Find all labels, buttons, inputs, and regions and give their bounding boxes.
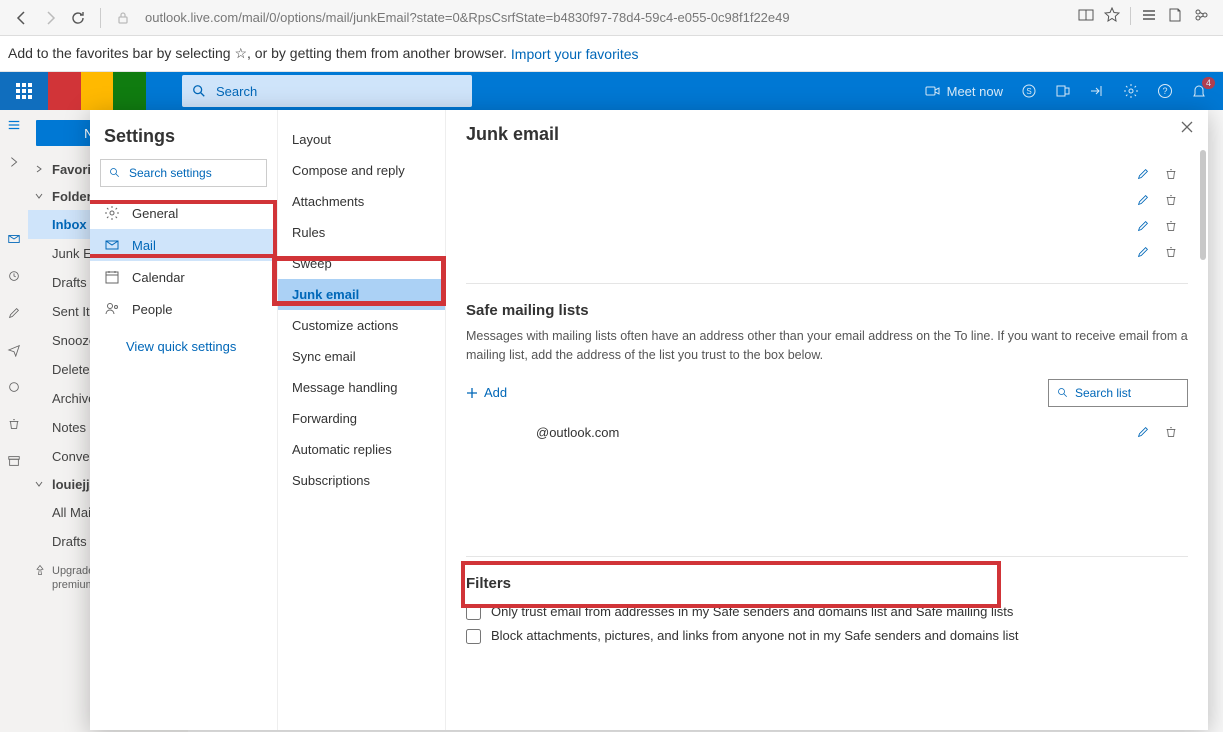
skype-icon[interactable]: S [1021,83,1037,99]
delete-icon[interactable] [1164,167,1178,181]
add-safe-list-button[interactable]: Add [466,385,507,400]
trash-icon[interactable] [7,417,21,436]
delete-icon[interactable] [1164,219,1178,233]
blocked-row [466,187,1188,213]
view-quick-settings-link[interactable]: View quick settings [90,325,277,354]
sub-sweep[interactable]: Sweep [278,248,445,279]
settings-cat-calendar[interactable]: Calendar [90,261,277,293]
notes-icon[interactable] [1167,7,1183,28]
plus-icon [466,387,478,399]
refresh-button[interactable] [64,4,92,32]
blocked-row [466,213,1188,239]
reading-view-icon[interactable] [1078,7,1094,28]
inbox-rail-icon[interactable] [7,232,21,251]
forward-button[interactable] [36,4,64,32]
settings-panel: Settings Search settings General Mail Ca… [90,110,1208,730]
search-icon [109,167,121,179]
filter-only-trust[interactable]: Only trust email from addresses in my Sa… [466,600,1188,624]
sub-junk-email[interactable]: Junk email [278,279,445,310]
search-icon [1057,387,1069,399]
safe-list-entry: @outlook.com [466,419,1188,446]
sub-sync[interactable]: Sync email [278,341,445,372]
share-icon[interactable] [1193,7,1209,28]
safe-lists-desc: Messages with mailing lists often have a… [466,327,1188,365]
edit-icon[interactable] [1136,167,1150,181]
sub-compose[interactable]: Compose and reply [278,155,445,186]
blocked-row [466,161,1188,187]
scrollbar-thumb[interactable] [1200,150,1206,260]
sub-attachments[interactable]: Attachments [278,186,445,217]
delete-icon[interactable] [1164,245,1178,259]
settings-search-input[interactable]: Search settings [100,159,267,187]
filter-only-trust-checkbox[interactable] [466,605,481,620]
notifications-icon[interactable]: 4 [1191,83,1207,99]
delete-icon[interactable] [1164,193,1178,207]
send-icon[interactable] [7,343,21,362]
edit-icon[interactable] [1136,425,1150,439]
app-launcher-button[interactable] [0,72,48,110]
delete-icon[interactable] [1164,425,1178,439]
chevron-right-icon[interactable] [7,155,21,174]
settings-cat-mail[interactable]: Mail [90,229,277,261]
menu-toggle-icon[interactable] [7,118,21,137]
filter-block-attachments[interactable]: Block attachments, pictures, and links f… [466,624,1188,648]
back-button[interactable] [8,4,36,32]
safe-lists-title: Safe mailing lists [466,302,1188,319]
hub-icon[interactable] [1141,7,1157,28]
calendar-icon [104,269,120,285]
outbox-icon[interactable] [1089,83,1105,99]
edit-icon[interactable] [1136,193,1150,207]
close-button[interactable] [1180,120,1194,139]
filters-title: Filters [466,575,1188,592]
search-icon [192,84,206,98]
notification-badge: 4 [1202,77,1215,89]
sub-rules[interactable]: Rules [278,217,445,248]
filter-block-attachments-checkbox[interactable] [466,629,481,644]
lock-icon [109,4,137,32]
meet-now-button[interactable]: Meet now [925,83,1003,99]
clock2-icon[interactable] [7,380,21,399]
settings-cat-general[interactable]: General [90,197,277,229]
archive-icon[interactable] [7,454,21,473]
teams-icon[interactable] [1055,83,1071,99]
outlook-header: Search Meet now S ? 4 [0,72,1223,110]
sub-layout[interactable]: Layout [278,124,445,155]
address-bar[interactable]: outlook.live.com/mail/0/options/mail/jun… [137,10,1078,25]
mail-icon [104,237,120,253]
edit-icon[interactable] [1136,219,1150,233]
settings-cat-people[interactable]: People [90,293,277,325]
edit-icon[interactable] [1136,245,1150,259]
pencil-icon[interactable] [7,306,21,325]
people-icon [104,301,120,317]
blocked-row [466,239,1188,265]
sub-auto-replies[interactable]: Automatic replies [278,434,445,465]
search-list-input[interactable]: Search list [1048,379,1188,407]
page-title: Junk email [466,124,1188,145]
sub-message-handling[interactable]: Message handling [278,372,445,403]
sub-subscriptions[interactable]: Subscriptions [278,465,445,496]
sub-forwarding[interactable]: Forwarding [278,403,445,434]
svg-text:S: S [1026,87,1031,96]
browser-toolbar: outlook.live.com/mail/0/options/mail/jun… [0,0,1223,36]
sub-customize[interactable]: Customize actions [278,310,445,341]
left-icon-rail [0,110,28,732]
favorites-hint-bar: Add to the favorites bar by selecting ☆,… [0,36,1223,72]
help-icon[interactable]: ? [1157,83,1173,99]
settings-title: Settings [90,122,277,159]
import-favorites-link[interactable]: Import your favorites [511,46,639,62]
clock-icon[interactable] [7,269,21,288]
gear-icon [104,205,120,221]
search-input[interactable]: Search [182,75,472,107]
favorite-star-icon[interactable] [1104,7,1120,28]
settings-gear-icon[interactable] [1123,83,1139,99]
svg-text:?: ? [1162,86,1167,96]
